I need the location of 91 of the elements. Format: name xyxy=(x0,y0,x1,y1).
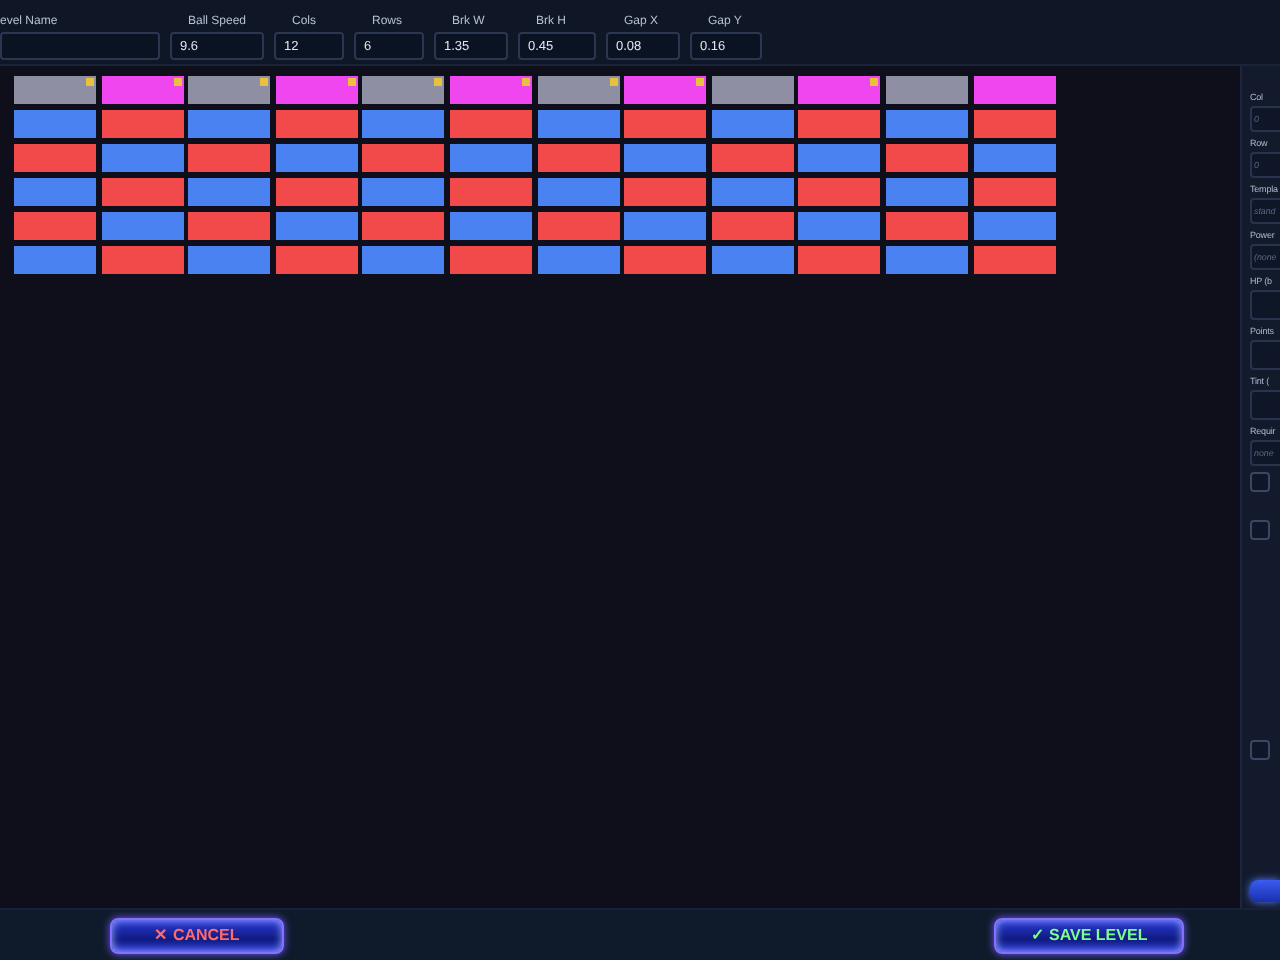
brick[interactable] xyxy=(711,178,794,206)
brick[interactable] xyxy=(188,76,271,104)
brick[interactable] xyxy=(537,76,620,104)
checkbox[interactable] xyxy=(1250,520,1270,540)
brick[interactable] xyxy=(101,178,184,206)
checkbox[interactable] xyxy=(1250,740,1270,760)
brick[interactable] xyxy=(101,246,184,274)
brick[interactable] xyxy=(275,110,358,138)
brick[interactable] xyxy=(973,144,1056,172)
brick[interactable] xyxy=(188,110,271,138)
brick[interactable] xyxy=(14,110,96,138)
brick[interactable] xyxy=(885,212,968,240)
brick[interactable] xyxy=(885,246,968,274)
cancel-button[interactable]: ✕ CANCEL xyxy=(110,917,284,953)
brick[interactable] xyxy=(275,76,358,104)
brick[interactable] xyxy=(885,76,968,104)
brick[interactable] xyxy=(275,144,358,172)
brick[interactable] xyxy=(362,144,445,172)
brick[interactable] xyxy=(711,212,794,240)
flag-marker xyxy=(434,78,443,86)
brick[interactable] xyxy=(275,212,358,240)
brick[interactable] xyxy=(101,110,184,138)
brick[interactable] xyxy=(973,212,1056,240)
brick[interactable] xyxy=(624,178,707,206)
brick[interactable] xyxy=(798,144,881,172)
brick[interactable] xyxy=(798,212,881,240)
brick[interactable] xyxy=(188,246,271,274)
flag-marker xyxy=(260,78,269,86)
brick[interactable] xyxy=(449,144,532,172)
brick[interactable] xyxy=(711,110,794,138)
save-level-button[interactable]: ✓ SAVE LEVEL xyxy=(994,917,1184,953)
brick[interactable] xyxy=(362,246,445,274)
brick[interactable] xyxy=(973,76,1056,104)
panel-button[interactable] xyxy=(1250,880,1280,902)
brick[interactable] xyxy=(537,144,620,172)
flag-marker xyxy=(870,78,879,86)
brick[interactable] xyxy=(449,178,532,206)
brick[interactable] xyxy=(14,76,96,104)
flag-marker xyxy=(86,78,94,86)
brick[interactable] xyxy=(973,178,1056,206)
brick[interactable] xyxy=(362,110,445,138)
input-field[interactable] xyxy=(1250,340,1280,370)
input-field[interactable] xyxy=(1250,390,1280,420)
brick[interactable] xyxy=(449,76,532,104)
checkbox[interactable] xyxy=(1250,472,1270,492)
brick[interactable] xyxy=(362,212,445,240)
flag-marker xyxy=(609,78,618,86)
brick[interactable] xyxy=(275,246,358,274)
brick[interactable] xyxy=(537,110,620,138)
brick[interactable] xyxy=(14,144,96,172)
brick[interactable] xyxy=(624,76,707,104)
brick[interactable] xyxy=(14,212,96,240)
brick[interactable] xyxy=(188,144,271,172)
brick[interactable] xyxy=(449,212,532,240)
brick[interactable] xyxy=(798,178,881,206)
brick[interactable] xyxy=(188,178,271,206)
brick[interactable] xyxy=(624,144,707,172)
brick[interactable] xyxy=(275,178,358,206)
flag-marker xyxy=(696,78,705,86)
brick[interactable] xyxy=(14,246,96,274)
input-field[interactable] xyxy=(1250,290,1280,320)
brick[interactable] xyxy=(362,178,445,206)
brick[interactable] xyxy=(624,246,707,274)
brick[interactable] xyxy=(885,144,968,172)
brick[interactable] xyxy=(885,110,968,138)
brick[interactable] xyxy=(101,212,184,240)
brick[interactable] xyxy=(362,76,445,104)
brick[interactable] xyxy=(101,76,184,104)
brick[interactable] xyxy=(885,178,968,206)
flag-marker xyxy=(173,78,182,86)
brick[interactable] xyxy=(798,110,881,138)
brick[interactable] xyxy=(449,246,532,274)
brick[interactable] xyxy=(14,178,96,206)
flag-marker xyxy=(347,78,356,86)
brick[interactable] xyxy=(973,246,1056,274)
input-field[interactable] xyxy=(0,32,160,60)
brick[interactable] xyxy=(624,212,707,240)
brick[interactable] xyxy=(101,144,184,172)
brick[interactable] xyxy=(537,212,620,240)
brick[interactable] xyxy=(537,178,620,206)
brick[interactable] xyxy=(624,110,707,138)
brick[interactable] xyxy=(449,110,532,138)
brick[interactable] xyxy=(537,246,620,274)
brick[interactable] xyxy=(188,212,271,240)
brick[interactable] xyxy=(711,246,794,274)
brick[interactable] xyxy=(711,76,794,104)
brick[interactable] xyxy=(798,246,881,274)
brick[interactable] xyxy=(798,76,881,104)
brick[interactable] xyxy=(711,144,794,172)
brick[interactable] xyxy=(973,110,1056,138)
flag-marker xyxy=(521,78,530,86)
